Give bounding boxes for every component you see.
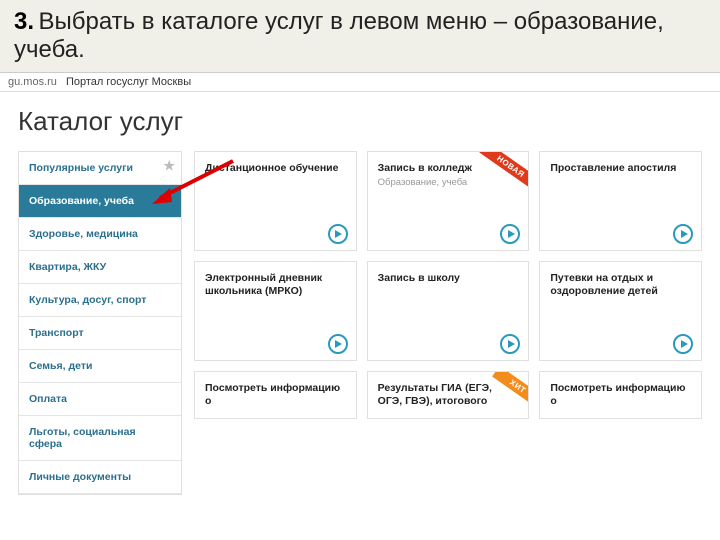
card-view-info-2[interactable]: Посмотреть информацию о [539, 371, 702, 419]
card-title: Посмотреть информацию о [205, 382, 346, 408]
card-title: Электронный дневник школьника (МРКО) [205, 272, 346, 298]
instruction-bar: 3. Выбрать в каталоге услуг в левом меню… [0, 0, 720, 73]
card-title: Результаты ГИА (ЕГЭ, ОГЭ, ГВЭ), итоговог… [378, 382, 519, 408]
play-icon [328, 224, 348, 244]
browser-bar: gu.mos.ru Портал госуслуг Москвы [0, 73, 720, 92]
browser-site: Портал госуслуг Москвы [66, 76, 191, 88]
sidebar-item-label: Культура, досуг, спорт [29, 294, 146, 306]
sidebar-item-label: Личные документы [29, 471, 131, 483]
sidebar-item-health[interactable]: Здоровье, медицина [19, 218, 181, 251]
sidebar-item-label: Льготы, социальная сфера [29, 426, 136, 450]
card-ediary[interactable]: Электронный дневник школьника (МРКО) [194, 261, 357, 361]
card-subtitle: Образование, учеба [378, 177, 519, 188]
card-title: Запись в школу [378, 272, 519, 285]
sidebar-item-label: Транспорт [29, 327, 84, 339]
sidebar-item-label: Семья, дети [29, 360, 92, 372]
card-title: Дистанционное обучение [205, 162, 346, 175]
sidebar-item-label: Популярные услуги [29, 162, 133, 174]
page-title: Каталог услуг [18, 106, 702, 137]
cards-grid: Дистанционное обучение Запись в колледж … [194, 151, 702, 495]
sidebar-item-culture[interactable]: Культура, досуг, спорт [19, 284, 181, 317]
sidebar: Популярные услуги Образование, учеба Здо… [18, 151, 182, 495]
sidebar-item-housing[interactable]: Квартира, ЖКУ [19, 251, 181, 284]
sidebar-item-family[interactable]: Семья, дети [19, 350, 181, 383]
sidebar-item-label: Оплата [29, 393, 67, 405]
instruction-number: 3. [14, 8, 34, 35]
play-icon [500, 334, 520, 354]
play-icon [328, 334, 348, 354]
card-view-info-1[interactable]: Посмотреть информацию о [194, 371, 357, 419]
card-exam-results[interactable]: Результаты ГИА (ЕГЭ, ОГЭ, ГВЭ), итоговог… [367, 371, 530, 419]
card-distance-learning[interactable]: Дистанционное обучение [194, 151, 357, 251]
play-icon [500, 224, 520, 244]
sidebar-item-documents[interactable]: Личные документы [19, 461, 181, 494]
browser-url: gu.mos.ru [8, 76, 57, 88]
card-vouchers[interactable]: Путевки на отдых и оздоровление детей [539, 261, 702, 361]
play-icon [673, 224, 693, 244]
card-school-enroll[interactable]: Запись в школу [367, 261, 530, 361]
sidebar-item-popular[interactable]: Популярные услуги [19, 152, 181, 185]
sidebar-item-transport[interactable]: Транспорт [19, 317, 181, 350]
sidebar-item-education[interactable]: Образование, учеба [19, 185, 181, 218]
sidebar-item-label: Здоровье, медицина [29, 228, 138, 240]
card-title: Проставление апостиля [550, 162, 691, 175]
card-apostille[interactable]: Проставление апостиля [539, 151, 702, 251]
sidebar-item-label: Квартира, ЖКУ [29, 261, 106, 273]
sidebar-item-label: Образование, учеба [29, 195, 134, 207]
sidebar-item-payment[interactable]: Оплата [19, 383, 181, 416]
sidebar-item-benefits[interactable]: Льготы, социальная сфера [19, 416, 181, 461]
card-title: Посмотреть информацию о [550, 382, 691, 408]
play-icon [673, 334, 693, 354]
instruction-text: Выбрать в каталоге услуг в левом меню – … [14, 8, 664, 63]
card-title: Путевки на отдых и оздоровление детей [550, 272, 691, 298]
card-college-enroll[interactable]: Запись в колледж Образование, учеба НОВА… [367, 151, 530, 251]
